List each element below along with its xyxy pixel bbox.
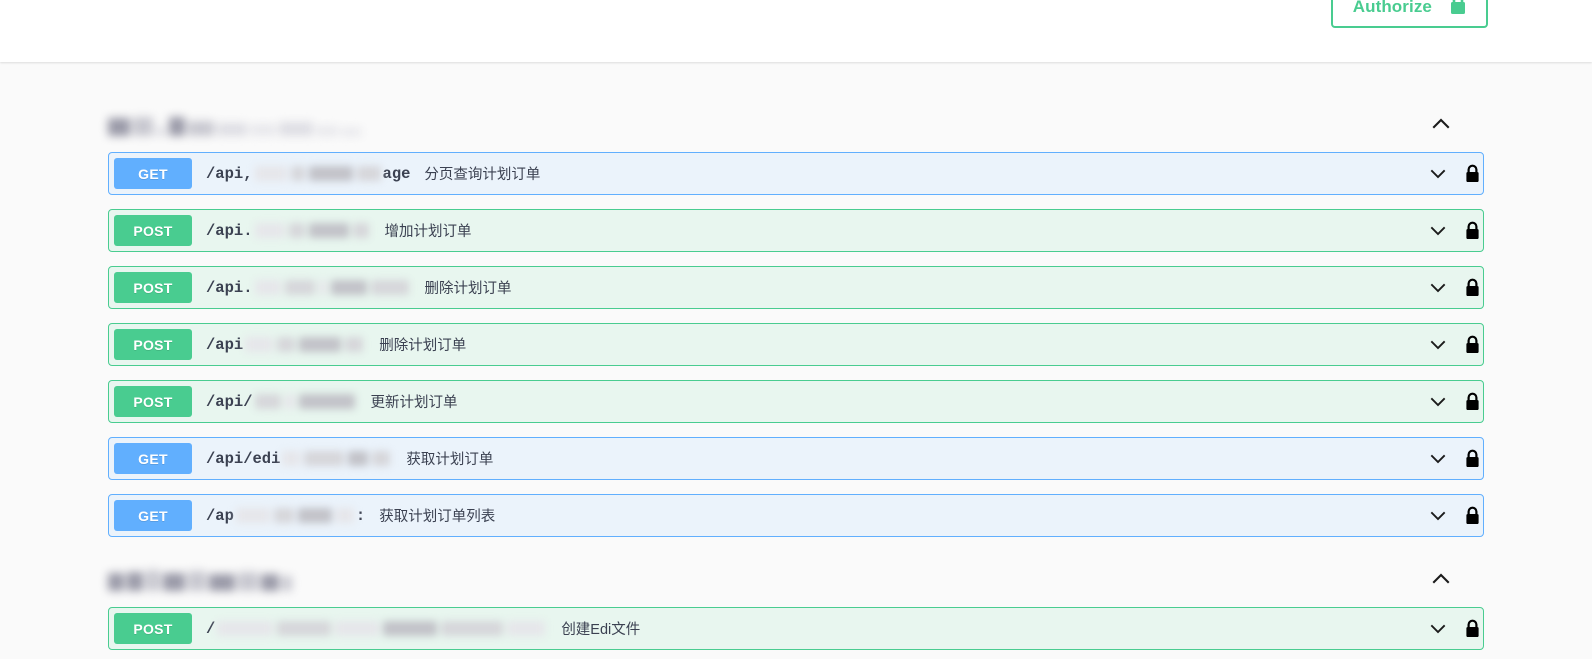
lock-icon[interactable] xyxy=(1455,619,1489,639)
authorize-button-label: Authorize xyxy=(1352,0,1432,16)
chevron-up-icon[interactable] xyxy=(1426,109,1456,139)
operation-path-suffix: age xyxy=(382,164,411,183)
operation-path-prefix: /api. xyxy=(206,221,253,240)
operation-path-prefix: /api/ xyxy=(206,392,253,411)
http-method-badge: POST xyxy=(114,613,192,644)
operation-path-redacted xyxy=(282,450,391,467)
chevron-down-icon[interactable] xyxy=(1421,619,1455,639)
lock-icon[interactable] xyxy=(1455,449,1489,469)
operation-summary: 创建Edi文件 xyxy=(561,622,641,638)
operation-path-redacted xyxy=(254,222,369,239)
operation-path-prefix: /api/edi xyxy=(206,449,281,468)
tag-section: GET /api, age 分页查询计划订单 POST /api. 增加计划订单… xyxy=(100,96,1492,537)
tag-header[interactable] xyxy=(100,96,1492,152)
tag-title-redacted xyxy=(108,567,292,591)
lock-icon[interactable] xyxy=(1455,221,1489,241)
operation-summary: 更新计划订单 xyxy=(370,395,458,411)
lock-icon[interactable] xyxy=(1455,506,1489,526)
operation-path: /api, age xyxy=(206,165,410,183)
operation-controls xyxy=(1421,495,1483,536)
operation-path: /api. xyxy=(206,222,371,240)
operation-controls xyxy=(1421,153,1483,194)
operation-path-redacted xyxy=(254,393,355,410)
http-method-badge: GET xyxy=(114,500,192,531)
authorize-button[interactable]: Authorize xyxy=(1330,0,1488,28)
operation-path-suffix: : xyxy=(355,506,366,525)
lock-icon xyxy=(1448,0,1468,21)
operation-summary: 删除计划订单 xyxy=(424,281,512,297)
operation-path-redacted xyxy=(245,336,364,353)
operation-row[interactable]: GET /api/edi 获取计划订单 xyxy=(108,437,1484,480)
http-method-badge: POST xyxy=(114,386,192,417)
lock-icon[interactable] xyxy=(1455,278,1489,298)
operation-summary: 分页查询计划订单 xyxy=(424,167,541,183)
tag-header[interactable] xyxy=(100,551,1492,607)
operation-summary: 获取计划订单 xyxy=(406,452,494,468)
operation-path: / xyxy=(206,620,547,638)
operation-controls xyxy=(1421,438,1483,479)
topbar: Authorize xyxy=(0,0,1592,62)
http-method-badge: POST xyxy=(114,329,192,360)
http-method-badge: POST xyxy=(114,272,192,303)
operation-path-prefix: /ap xyxy=(206,506,234,525)
operation-path: /api/edi xyxy=(206,450,392,468)
operation-path-prefix: /api xyxy=(206,335,244,354)
chevron-down-icon[interactable] xyxy=(1421,278,1455,298)
operation-row[interactable]: POST /api/ 更新计划订单 xyxy=(108,380,1484,423)
chevron-down-icon[interactable] xyxy=(1421,164,1455,184)
http-method-badge: GET xyxy=(114,443,192,474)
operation-row[interactable]: POST /api 删除计划订单 xyxy=(108,323,1484,366)
operation-row[interactable]: POST / 创建Edi文件 xyxy=(108,607,1484,650)
operation-path-redacted xyxy=(235,507,354,524)
operation-row[interactable]: POST /api. 增加计划订单 xyxy=(108,209,1484,252)
operation-path-prefix: /api. xyxy=(206,278,253,297)
operation-summary: 增加计划订单 xyxy=(384,224,472,240)
operation-path-redacted xyxy=(254,165,381,182)
chevron-down-icon[interactable] xyxy=(1421,449,1455,469)
lock-icon[interactable] xyxy=(1455,392,1489,412)
chevron-down-icon[interactable] xyxy=(1421,506,1455,526)
lock-icon[interactable] xyxy=(1455,164,1489,184)
operation-row[interactable]: POST /api. 删除计划订单 xyxy=(108,266,1484,309)
operation-path-prefix: / xyxy=(206,619,216,638)
operations-content: GET /api, age 分页查询计划订单 POST /api. 增加计划订单… xyxy=(0,96,1592,650)
operations-inner: GET /api, age 分页查询计划订单 POST /api. 增加计划订单… xyxy=(100,96,1492,650)
chevron-up-icon[interactable] xyxy=(1426,564,1456,594)
operation-path: /ap : xyxy=(206,507,365,525)
operation-row[interactable]: GET /ap : 获取计划订单列表 xyxy=(108,494,1484,537)
operation-path-redacted xyxy=(254,279,409,296)
operation-row[interactable]: GET /api, age 分页查询计划订单 xyxy=(108,152,1484,195)
operation-controls xyxy=(1421,608,1483,649)
chevron-down-icon[interactable] xyxy=(1421,392,1455,412)
chevron-down-icon[interactable] xyxy=(1421,221,1455,241)
operation-path: /api/ xyxy=(206,393,357,411)
http-method-badge: POST xyxy=(114,215,192,246)
operation-controls xyxy=(1421,210,1483,251)
http-method-badge: GET xyxy=(114,158,192,189)
authorize-wrapper: Authorize xyxy=(1330,0,1488,28)
swagger-ui-page: Authorize GET /api, age 分页查询计划订单 POST /a… xyxy=(0,0,1592,659)
operation-controls xyxy=(1421,381,1483,422)
chevron-down-icon[interactable] xyxy=(1421,335,1455,355)
tag-section: POST / 创建Edi文件 xyxy=(100,551,1492,650)
tag-title-redacted xyxy=(108,112,361,136)
operation-path: /api xyxy=(206,336,365,354)
lock-icon[interactable] xyxy=(1455,335,1489,355)
operation-path: /api. xyxy=(206,279,411,297)
operation-summary: 获取计划订单列表 xyxy=(379,509,496,525)
operation-controls xyxy=(1421,324,1483,365)
operation-summary: 删除计划订单 xyxy=(379,338,467,354)
operation-path-redacted xyxy=(217,620,546,637)
operation-path-prefix: /api, xyxy=(206,164,253,183)
operation-controls xyxy=(1421,267,1483,308)
